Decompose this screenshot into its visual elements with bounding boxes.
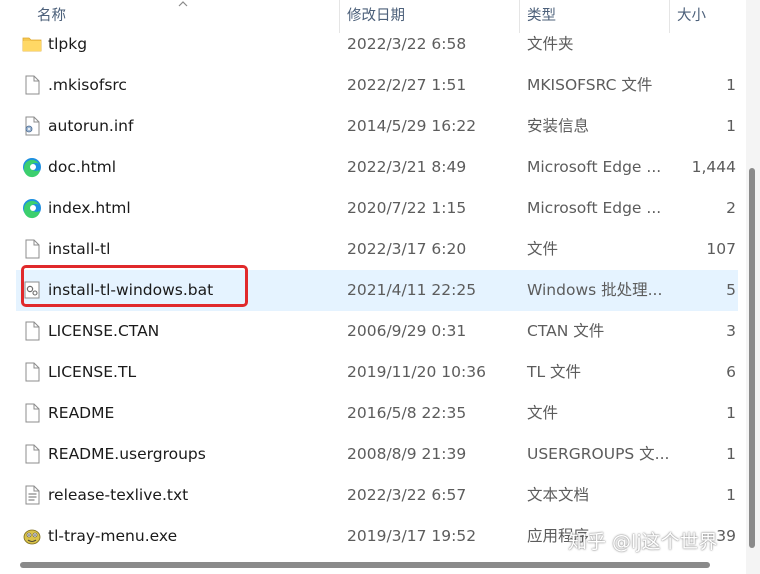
file-row[interactable]: index.html 2020/7/22 1:15 Microsoft Edge… (16, 188, 738, 229)
file-row[interactable]: LICENSE.TL 2019/11/20 10:36 TL 文件 6 (16, 352, 738, 393)
file-size: 1 (726, 445, 736, 463)
file-row[interactable]: autorun.inf 2014/5/29 16:22 安装信息 1 (16, 106, 738, 147)
file-type: 安装信息 (527, 117, 590, 135)
file-row[interactable]: LICENSE.CTAN 2006/9/29 0:31 CTAN 文件 3 (16, 311, 738, 352)
horizontal-scrollbar-thumb[interactable] (20, 562, 710, 568)
file-icon (25, 239, 40, 259)
file-date: 2020/7/22 1:15 (347, 199, 467, 217)
file-date: 2019/3/17 19:52 (347, 527, 477, 545)
setup-info-icon (25, 116, 40, 136)
file-row-selected[interactable]: install-tl-windows.bat 2021/4/11 22:25 W… (16, 270, 738, 311)
file-type: 文本文档 (527, 486, 590, 504)
file-type: 文件 (527, 404, 559, 422)
file-name: doc.html (48, 158, 117, 176)
vertical-scrollbar-thumb[interactable] (749, 168, 755, 548)
file-type: Microsoft Edge ... (527, 199, 662, 217)
file-name: tlpkg (48, 35, 88, 53)
file-name: install-tl (48, 240, 111, 258)
file-icon (25, 362, 40, 382)
file-name: index.html (48, 199, 131, 217)
file-type: CTAN 文件 (527, 322, 605, 340)
file-size: 1 (726, 76, 736, 94)
file-date: 2019/11/20 10:36 (347, 363, 486, 381)
file-name: autorun.inf (48, 117, 134, 135)
file-size: 1 (726, 117, 736, 135)
file-type: MKISOFSRC 文件 (527, 76, 653, 94)
file-size: 6 (726, 363, 736, 381)
file-date: 2022/2/27 1:51 (347, 76, 467, 94)
file-type: Microsoft Edge ... (527, 158, 662, 176)
file-name: tl-tray-menu.exe (48, 527, 178, 545)
file-size: 1 (726, 404, 736, 422)
file-row[interactable]: doc.html 2022/3/21 8:49 Microsoft Edge .… (16, 147, 738, 188)
file-size: 107 (706, 240, 736, 258)
file-type: 文件夹 (527, 35, 574, 53)
file-row[interactable]: README.usergroups 2008/8/9 21:39 USERGRO… (16, 434, 738, 475)
file-size: 1 (726, 486, 736, 504)
file-name: README.usergroups (48, 445, 206, 463)
file-row[interactable]: release-texlive.txt 2022/3/22 6:57 文本文档 … (16, 475, 738, 516)
file-icon (25, 444, 40, 464)
file-size: 2 (726, 199, 736, 217)
text-file-icon (25, 485, 40, 505)
file-size: 3 (726, 322, 736, 340)
file-date: 2021/4/11 22:25 (347, 281, 477, 299)
file-icon (25, 321, 40, 341)
file-date: 2014/5/29 16:22 (347, 117, 477, 135)
edge-icon (23, 199, 41, 219)
file-icon (25, 403, 40, 423)
file-type: 文件 (527, 240, 559, 258)
file-row[interactable]: install-tl 2022/3/17 6:20 文件 107 (16, 229, 738, 270)
file-name: .mkisofsrc (48, 76, 127, 94)
edge-icon (23, 158, 41, 178)
file-date: 2022/3/22 6:58 (347, 35, 467, 53)
sort-ascending-icon (178, 1, 188, 7)
file-type: USERGROUPS 文... (527, 445, 670, 463)
file-type: Windows 批处理... (527, 281, 663, 299)
file-type: TL 文件 (527, 363, 582, 381)
file-size: 1,444 (691, 158, 736, 176)
watermark: 知乎 @lj这个世界 (568, 531, 718, 553)
batch-file-icon (24, 281, 40, 299)
file-name: README (48, 404, 115, 422)
file-row[interactable]: tlpkg 2022/3/22 6:58 文件夹 (16, 24, 738, 65)
app-exe-icon (23, 529, 41, 545)
vertical-scrollbar[interactable] (746, 0, 760, 574)
file-size: 39 (716, 527, 736, 545)
file-date: 2022/3/21 8:49 (347, 158, 467, 176)
file-date: 2008/8/9 21:39 (347, 445, 467, 463)
file-row[interactable]: README 2016/5/8 22:35 文件 1 (16, 393, 738, 434)
file-name: release-texlive.txt (48, 486, 189, 504)
folder-icon (22, 37, 42, 52)
file-date: 2016/5/8 22:35 (347, 404, 467, 422)
file-date: 2006/9/29 0:31 (347, 322, 467, 340)
horizontal-scrollbar[interactable] (0, 556, 746, 574)
file-row[interactable]: .mkisofsrc 2022/2/27 1:51 MKISOFSRC 文件 1 (16, 65, 738, 106)
file-date: 2022/3/17 6:20 (347, 240, 467, 258)
file-icon (25, 75, 40, 95)
file-name: LICENSE.CTAN (48, 322, 160, 340)
file-name: install-tl-windows.bat (48, 281, 214, 299)
file-date: 2022/3/22 6:57 (347, 486, 467, 504)
file-size: 5 (726, 281, 736, 299)
file-name: LICENSE.TL (48, 363, 137, 381)
